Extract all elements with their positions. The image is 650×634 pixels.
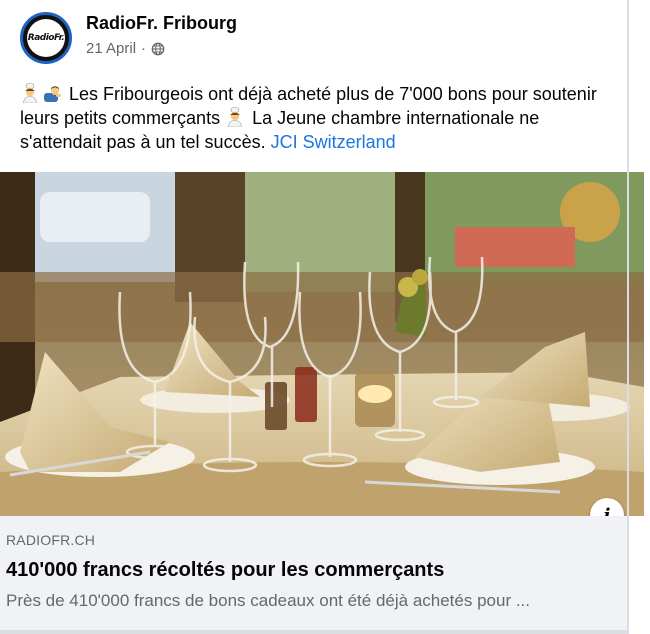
meta-separator: ·	[141, 40, 147, 57]
jci-switzerland-link[interactable]: JCI Switzerland	[271, 132, 396, 152]
post-text: Les Fribourgeois ont déjà acheté plus de…	[20, 82, 620, 154]
post-meta: 21 April ·	[86, 40, 165, 57]
avatar-logo: RadioFr.	[27, 19, 65, 57]
facebook-post: RadioFr. RadioFr. Fribourg 21 April · Le…	[0, 0, 650, 634]
woman-cook-emoji	[228, 107, 242, 127]
page-name-link[interactable]: RadioFr. Fribourg	[86, 13, 237, 34]
woman-cook-emoji	[23, 83, 37, 103]
post-bottom-divider	[0, 630, 627, 634]
post-right-border	[627, 0, 629, 634]
link-preview-image[interactable]	[0, 172, 644, 516]
link-preview-card[interactable]: RADIOFR.CH 410'000 francs récoltés pour …	[0, 516, 627, 630]
link-preview-headline[interactable]: 410'000 francs récoltés pour les commerç…	[6, 559, 444, 582]
person-bowing-emoji	[44, 86, 61, 102]
link-preview-description: Près de 410'000 francs de bons cadeaux o…	[6, 591, 530, 610]
globe-icon[interactable]	[151, 42, 165, 56]
restaurant-table-photo	[0, 172, 644, 516]
post-date[interactable]: 21 April	[86, 40, 136, 57]
link-preview-domain: RADIOFR.CH	[6, 532, 96, 548]
avatar-logo-text: RadioFr.	[27, 33, 65, 43]
page-avatar[interactable]: RadioFr.	[20, 12, 72, 64]
